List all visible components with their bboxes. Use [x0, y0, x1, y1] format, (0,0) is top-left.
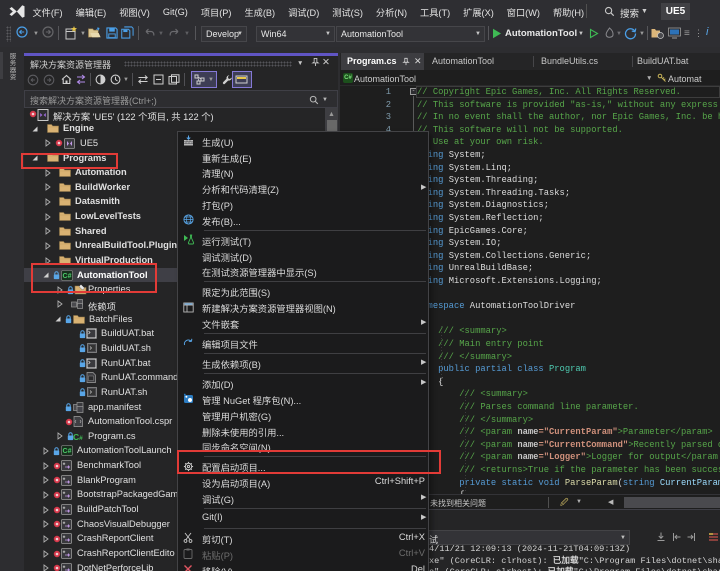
svg-text:C#: C# — [63, 448, 72, 455]
